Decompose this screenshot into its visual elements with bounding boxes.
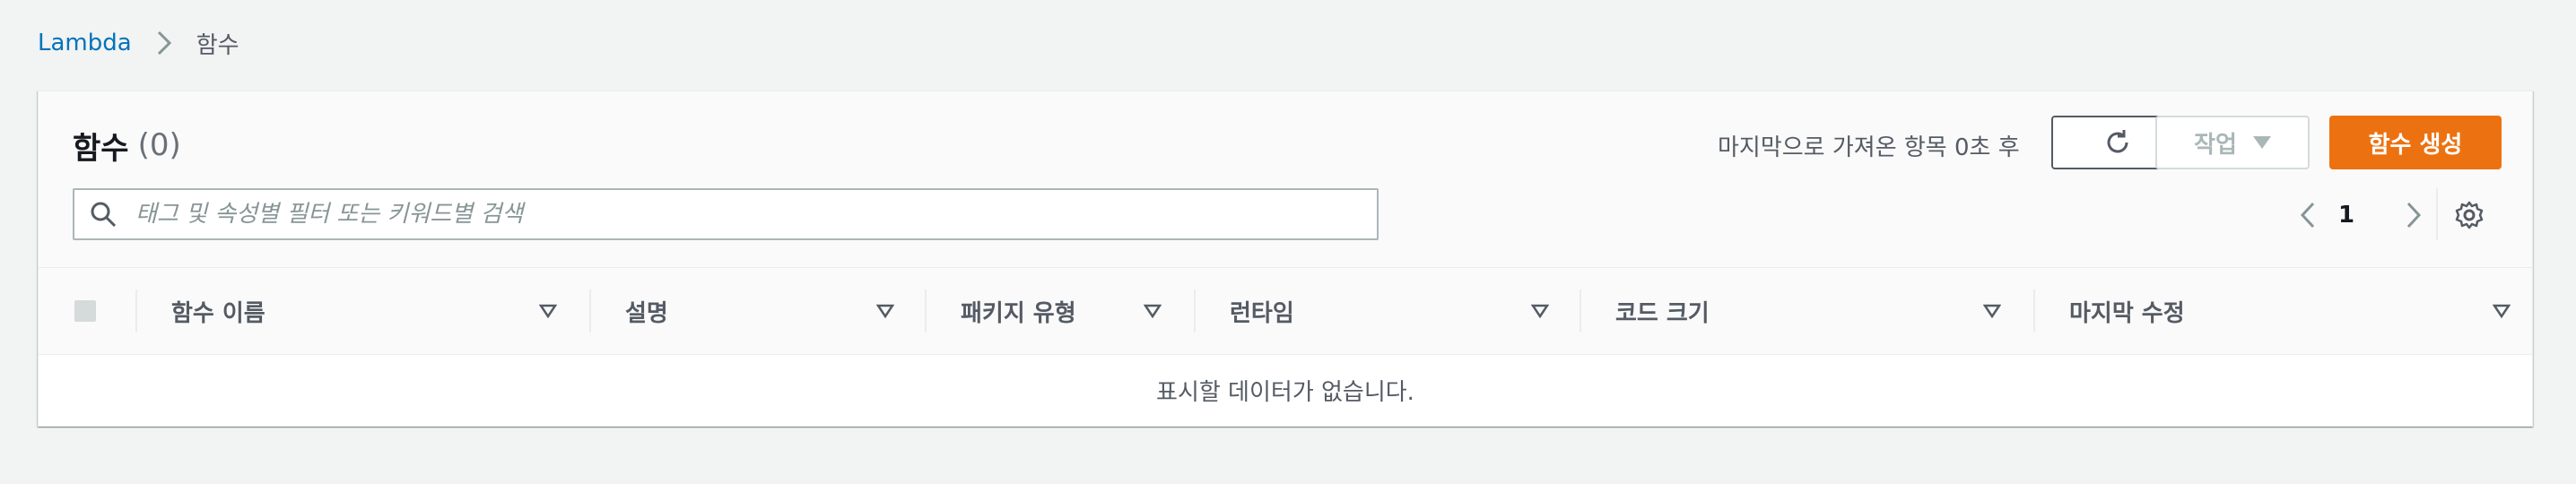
column-divider xyxy=(2033,290,2035,333)
chevron-right-icon xyxy=(148,27,180,59)
sort-caret-icon[interactable] xyxy=(535,298,561,324)
column-header-runtime[interactable]: 런타임 xyxy=(1194,268,1580,354)
sort-caret-icon[interactable] xyxy=(1980,298,2005,324)
column-header-last-modified[interactable]: 마지막 수정 xyxy=(2033,268,2532,354)
column-header-code-size[interactable]: 코드 크기 xyxy=(1580,268,2033,354)
table-header: 함수 이름 설명 패키지 유형 런타임 코드 크기 마지막 수정 xyxy=(39,267,2532,355)
current-page-number[interactable]: 1 xyxy=(2324,195,2369,235)
column-divider xyxy=(589,290,591,333)
column-label: 설명 xyxy=(625,299,668,327)
sort-caret-icon[interactable] xyxy=(2489,298,2514,324)
empty-state-text: 표시할 데이터가 없습니다. xyxy=(1156,379,1414,406)
actions-label: 작업 xyxy=(2194,131,2237,159)
column-header-function-name[interactable]: 함수 이름 xyxy=(135,268,589,354)
breadcrumb-current: 함수 xyxy=(196,31,239,59)
actions-dropdown-button[interactable]: 작업 xyxy=(2155,116,2310,169)
sort-caret-icon[interactable] xyxy=(873,298,898,324)
breadcrumb: Lambda 함수 xyxy=(38,25,239,61)
column-divider xyxy=(1580,290,1581,333)
create-function-button[interactable]: 함수 생성 xyxy=(2329,116,2502,169)
previous-page-button[interactable] xyxy=(2290,195,2326,235)
refresh-icon xyxy=(2102,127,2133,158)
gear-icon xyxy=(2454,200,2485,230)
breadcrumb-lambda-link[interactable]: Lambda xyxy=(38,30,132,56)
sort-caret-icon[interactable] xyxy=(1140,298,1165,324)
column-label: 마지막 수정 xyxy=(2069,299,2185,327)
column-divider xyxy=(1194,290,1196,333)
page-title: 함수 (0) xyxy=(73,118,181,172)
column-header-description[interactable]: 설명 xyxy=(589,268,925,354)
column-label: 함수 이름 xyxy=(171,299,265,327)
column-label: 런타임 xyxy=(1230,299,1294,327)
select-all-column xyxy=(39,268,135,354)
sort-caret-icon[interactable] xyxy=(1527,298,1553,324)
function-count: (0) xyxy=(137,127,181,163)
next-page-button[interactable] xyxy=(2396,195,2432,235)
search-icon xyxy=(87,198,119,230)
caret-down-icon xyxy=(2252,136,2271,149)
search-field[interactable] xyxy=(73,188,1379,240)
last-fetched-text: 마지막으로 가져온 항목 0초 후 xyxy=(1718,134,2020,161)
chevron-right-icon xyxy=(2405,201,2423,229)
chevron-left-icon xyxy=(2299,201,2317,229)
column-divider xyxy=(135,290,137,333)
functions-panel: 함수 (0) 마지막으로 가져온 항목 0초 후 작업 함수 생성 태그 및 속… xyxy=(38,91,2533,427)
column-label: 코드 크기 xyxy=(1615,299,1710,327)
table-settings-button[interactable] xyxy=(2450,195,2489,235)
pagination-divider xyxy=(2436,188,2438,240)
table-empty-state: 표시할 데이터가 없습니다. xyxy=(39,355,2532,426)
search-input[interactable] xyxy=(134,200,1357,229)
select-all-checkbox[interactable] xyxy=(74,300,96,322)
title-text: 함수 xyxy=(73,130,129,167)
column-header-package-type[interactable]: 패키지 유형 xyxy=(925,268,1194,354)
column-label: 패키지 유형 xyxy=(961,299,1076,327)
column-divider xyxy=(925,290,927,333)
